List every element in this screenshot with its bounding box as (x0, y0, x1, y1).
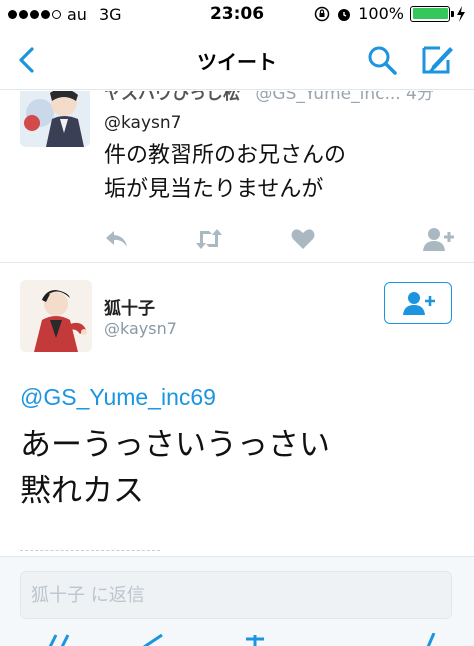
previous-tweet-actions (104, 225, 456, 253)
navigation-bar: ツイート (0, 30, 474, 90)
follow-icon (403, 292, 435, 315)
previous-tweet-text-line: 件の教習所のお兄さんの (104, 143, 347, 168)
toolbar-icon[interactable] (140, 633, 170, 646)
previous-tweet[interactable]: ヤスハウひっじ松 @GS_Yume_inc... 4分 @kaysn7 件の教習… (0, 91, 474, 263)
follow-button[interactable] (384, 282, 452, 324)
main-tweet-text-line: 黙れカス (20, 473, 144, 509)
alarm-icon (338, 8, 351, 21)
previous-tweet-text-line: 垢が見当たりませんが (104, 177, 324, 202)
search-icon[interactable] (366, 44, 398, 76)
status-bar: au 3G 23:06 100% (0, 0, 474, 30)
compose-icon[interactable] (420, 44, 456, 76)
toolbar-icon[interactable] (420, 633, 444, 646)
page-title: ツイート (197, 50, 277, 74)
toolbar-icon[interactable] (40, 633, 80, 646)
main-tweet-handle[interactable]: @kaysn7 (104, 319, 177, 338)
previous-tweet-text: 件の教習所のお兄さんの 垢が見当たりませんが (104, 139, 444, 207)
battery-percent: 100% (358, 4, 404, 23)
avatar-illustration (20, 280, 92, 352)
toolbar-icon[interactable] (240, 633, 270, 646)
retweet-icon[interactable] (194, 225, 224, 253)
main-tweet-text-line: あーうっさいうっさい (20, 427, 330, 463)
battery-fill (412, 8, 448, 19)
previous-tweet-header: ヤスハウひっじ松 @GS_Yume_inc... 4分 (104, 91, 434, 104)
main-tweet: 狐十子 @kaysn7 @GS_Yume_inc69 あーうっさいうっさい 黙れ… (0, 264, 474, 564)
rotation-lock-icon (315, 6, 330, 21)
reply-icon[interactable] (104, 225, 130, 253)
reply-input[interactable] (20, 571, 452, 619)
charging-icon (457, 5, 465, 22)
tweet-detail-screen: au 3G 23:06 100% ツイート ヤスハウひっじ松 @GS_Yume_… (0, 0, 474, 646)
status-right: 100% (314, 4, 466, 23)
reply-to-mention[interactable]: @GS_Yume_inc69 (20, 384, 216, 411)
previous-tweet-avatar[interactable] (20, 91, 90, 147)
main-tweet-name[interactable]: 狐十子 (104, 294, 155, 319)
previous-tweet-name: ヤスハウひっじ松 (104, 91, 240, 104)
previous-tweet-handle: @kaysn7 (104, 113, 182, 133)
follow-icon[interactable] (422, 225, 456, 253)
reply-bar (0, 556, 474, 646)
main-tweet-text: あーうっさいうっさい 黙れカス (20, 422, 460, 514)
battery-icon (410, 5, 454, 22)
previous-tweet-handle-time: @GS_Yume_inc... 4分 (255, 91, 434, 104)
avatar-illustration (20, 91, 90, 147)
main-tweet-avatar[interactable] (20, 280, 92, 352)
like-icon[interactable] (290, 225, 316, 253)
